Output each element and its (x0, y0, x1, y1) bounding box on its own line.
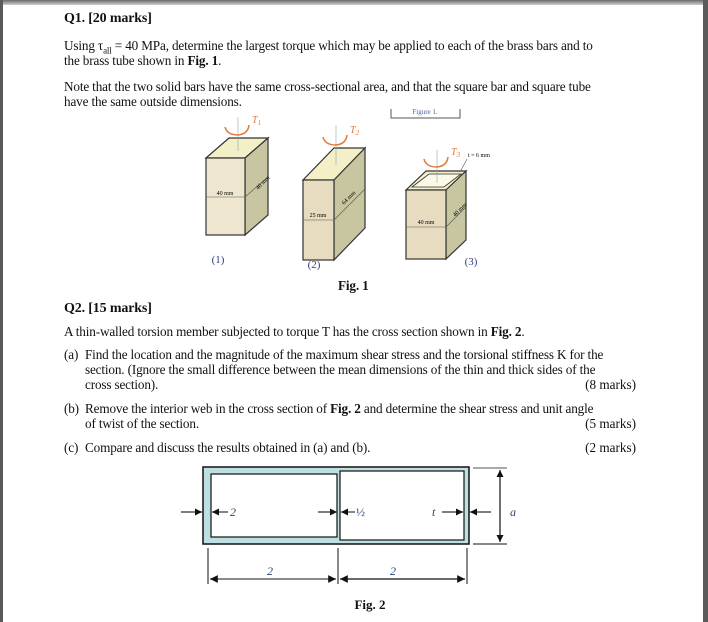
dim-web: ½ (356, 505, 365, 519)
fig2-caption: Fig. 2 (354, 597, 385, 612)
q1-line1-pre: Using τ (64, 38, 104, 53)
q1-fig-ref: Fig. 1 (187, 53, 219, 68)
bar-3-index: (3) (465, 256, 478, 268)
q1-line2-pre: the brass tube shown in (64, 53, 188, 68)
part-b-line1-post: and determine the shear stress and unit … (360, 401, 594, 416)
part-b-line1: Remove the interior web in the cross sec… (85, 401, 594, 416)
torque-arrow-icon (224, 124, 250, 136)
q1-note-line1: Note that the two solid bars have the sa… (64, 79, 591, 94)
figure-2: 2 ½ t a 2 2 Fig. 2 (181, 466, 516, 612)
figure-1: Figure 1. T1 40 mm 40 mm (1) T2 25 mm 64… (204, 108, 490, 271)
part-a-label: (a) (64, 347, 79, 362)
fig1-caption: Fig. 1 (338, 278, 369, 293)
q2-intro-pre: A thin-walled torsion member subjected t… (64, 324, 491, 339)
window-right-border (703, 0, 708, 622)
q2-intro-post: . (521, 324, 525, 339)
part-a-line2: section. (Ignore the small difference be… (85, 362, 596, 377)
bar-1-width-label: 40 mm (217, 191, 234, 197)
part-b-label: (b) (64, 401, 79, 416)
part-c-marks: (2 marks) (585, 440, 636, 455)
part-b-line1-pre: Remove the interior web in the cross sec… (85, 401, 331, 416)
part-b-fig-ref: Fig. 2 (330, 401, 361, 416)
bar-1: T1 40 mm 40 mm (1) (204, 115, 272, 266)
bar-1-index: (1) (212, 254, 225, 266)
part-a-line3: cross section). (85, 377, 159, 392)
part-a-line1: Find the location and the magnitude of t… (85, 347, 604, 362)
q1-line2-post: . (218, 53, 222, 68)
q1-heading: Q1. [20 marks] (64, 11, 152, 26)
torque-label-1: T1 (252, 115, 261, 127)
document-page: Q1. [20 marks] Using τall = 40 MPa, dete… (3, 5, 703, 622)
bar-3-tube: T3 t = 6 mm 40 mm 40 mm (3) (404, 147, 490, 268)
part-b-line2: of twist of the section. (85, 416, 199, 431)
torque-label-3: T3 (451, 147, 461, 159)
part-c-label: (c) (64, 440, 79, 455)
q1-text-line2: the brass tube shown in Fig. 1. (64, 53, 221, 68)
dim-right-cell: 2 (390, 564, 396, 578)
torque-arrow-icon (322, 134, 348, 146)
torque-arrow-icon (423, 156, 449, 168)
part-a-marks: (8 marks) (585, 377, 636, 392)
part-c-line1: Compare and discuss the results obtained… (85, 440, 371, 455)
torque-label-2: T2 (350, 125, 360, 137)
dim-left-cell: 2 (267, 564, 273, 578)
q2-fig-ref: Fig. 2 (490, 324, 522, 339)
q2-heading: Q2. [15 marks] (64, 301, 152, 316)
bar-3-thickness-label: t = 6 mm (468, 153, 490, 159)
figure-header-fragment: Figure 1. (390, 108, 461, 119)
q1-line1-post: = 40 MPa, determine the largest torque w… (111, 38, 593, 53)
q2-intro: A thin-walled torsion member subjected t… (64, 324, 525, 339)
bar-2-width-label: 25 mm (310, 213, 327, 219)
dim-left-wall: 2 (230, 505, 236, 519)
bar-2: T2 25 mm 64 mm (2) (301, 125, 367, 271)
q1-text-line1: Using τall = 40 MPa, determine the large… (64, 38, 593, 55)
figure-header-text: Figure 1. (412, 108, 438, 116)
dim-height: a (510, 505, 516, 519)
bar-3-width-label: 40 mm (418, 220, 435, 226)
bar-2-index: (2) (308, 259, 321, 271)
part-b-marks: (5 marks) (585, 416, 636, 431)
